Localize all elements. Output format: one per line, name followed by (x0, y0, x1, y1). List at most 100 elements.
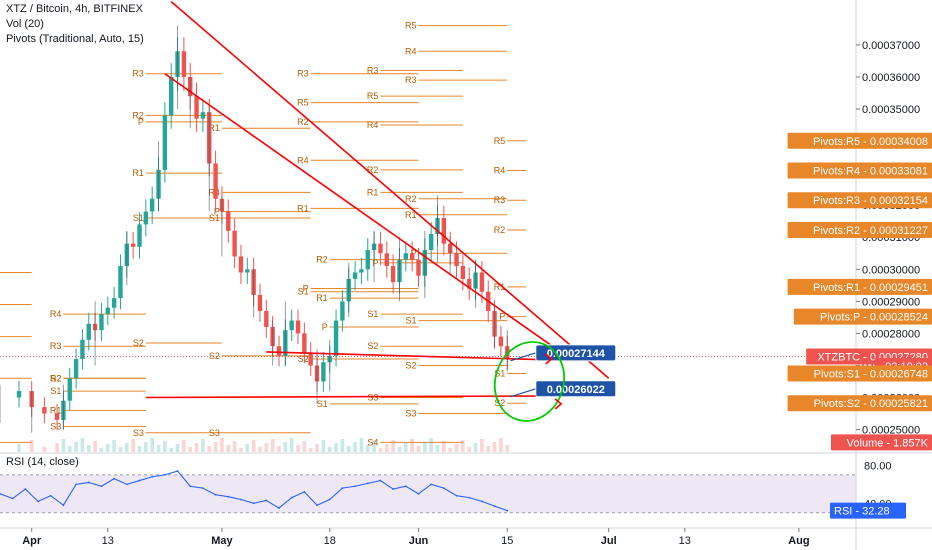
rsi-band (0, 474, 856, 513)
candle-body (276, 346, 282, 356)
volume-bar (302, 441, 307, 452)
rsi-point (151, 475, 154, 478)
volume-bar (232, 441, 237, 452)
candle-body (73, 359, 79, 379)
volume-bar (169, 448, 173, 452)
rsi-point (125, 483, 128, 486)
volume-bar (423, 442, 427, 452)
volume-bar (416, 446, 421, 452)
rsi-point (62, 504, 65, 507)
candle-body (409, 253, 415, 260)
volume-bar (435, 445, 440, 452)
candle-body (359, 269, 364, 273)
candle-body (181, 51, 187, 77)
volume-bar (308, 448, 313, 452)
volume-bar (315, 444, 319, 452)
volume-bar (429, 438, 433, 452)
volume-bar (112, 440, 116, 452)
volume-bar (270, 439, 275, 452)
pivot-label: S2 (367, 341, 378, 351)
volume-bar (340, 439, 345, 452)
volume-bar (277, 446, 281, 452)
candle-body (340, 301, 345, 321)
legend-title[interactable]: XTZ / Bitcoin, 4h, BITFINEX (6, 2, 144, 17)
rsi-point (189, 485, 192, 488)
volume-bar (182, 440, 186, 452)
pivot-label: R3 (50, 341, 62, 351)
candle-body (289, 320, 294, 331)
volume-bar (29, 440, 34, 452)
volume-bar (480, 439, 484, 452)
volume-bar (245, 444, 250, 452)
legend-vol[interactable]: Vol (20) (6, 17, 144, 32)
candle-body (162, 115, 168, 170)
y-tick-label: 0.00029000 (862, 296, 920, 308)
candle-body (257, 294, 263, 311)
chart-root: 0.000370000.000360000.000350000.00034000… (0, 0, 932, 550)
volume-bar (163, 441, 167, 452)
volume-bar (42, 447, 47, 452)
legend-pivots[interactable]: Pivots (Traditional, Auto, 15) (6, 32, 144, 47)
rsi-legend[interactable]: RSI (14, close) (6, 456, 79, 468)
rsi-point (113, 477, 116, 480)
volume-bar (144, 442, 148, 452)
volume-bar (499, 438, 503, 452)
pivot-label: S1 (209, 213, 220, 223)
rsi-point (303, 491, 306, 493)
rsi-point (341, 487, 344, 490)
volume-bar (213, 442, 218, 452)
pivot-label: S3 (133, 428, 144, 438)
chart-legend: XTZ / Bitcoin, 4h, BITFINEX Vol (20) Piv… (6, 2, 144, 47)
pivot-label: R5 (367, 91, 379, 101)
price-scale-tag-text: Pivots:S1 - 0.00026748 (814, 369, 928, 381)
volume-bar (505, 445, 510, 452)
rsi-point (290, 496, 293, 499)
pivot-label: R3 (132, 69, 144, 79)
x-tick-label: May (211, 535, 233, 547)
candle-body (149, 198, 155, 212)
volume-bar (86, 445, 91, 452)
pivot-label: S2 (298, 354, 309, 364)
candle-body (441, 217, 447, 244)
x-tick-label: 18 (324, 535, 336, 547)
volume-bar (239, 448, 243, 452)
pivot-label: R4 (405, 46, 417, 56)
volume-bar (397, 447, 402, 452)
x-tick-label: 13 (679, 535, 691, 547)
pivot-label: R1 (316, 293, 328, 303)
rsi-point (265, 499, 268, 502)
pivot-label: R5 (405, 21, 417, 31)
pivot-label: S3 (405, 409, 416, 419)
volume-bar (264, 443, 269, 452)
rsi-point (24, 488, 27, 490)
volume-bar (137, 446, 142, 452)
pivot-label: P (322, 322, 328, 332)
volume-bar (131, 439, 135, 452)
volume-bar (410, 439, 414, 452)
volume-bar (283, 442, 288, 452)
candle-body (16, 391, 22, 398)
pivot-label: R2 (367, 165, 379, 175)
pivot-label: R4 (367, 120, 379, 130)
volume-bar (226, 445, 231, 452)
volume-bar (220, 438, 224, 452)
candle-body (403, 253, 409, 260)
volume-bar (17, 444, 21, 452)
price-scale-tag-text: Pivots:R5 - 0.00034008 (813, 136, 928, 148)
price-scale-tag-text: Pivots:R2 - 0.00031227 (813, 225, 928, 237)
candle-body (99, 314, 104, 331)
candle-body (42, 407, 47, 414)
volume-bar (289, 438, 294, 452)
volume-bar (194, 443, 199, 452)
volume-bar (346, 446, 351, 452)
pivot-label: S2 (133, 338, 144, 348)
price-chart[interactable]: 0.000370000.000360000.000350000.00034000… (0, 0, 932, 550)
pivot-label: S2 (405, 360, 416, 370)
pivot-label: R3 (367, 66, 379, 76)
candle-body (498, 336, 504, 347)
callout-text: 0.00026022 (547, 384, 605, 396)
volume-bar (175, 444, 180, 452)
price-scale-tag-text: Pivots:R4 - 0.00033081 (813, 166, 928, 178)
y-tick-label: 0.00030000 (862, 264, 920, 276)
pivot-label: S1 (298, 287, 309, 297)
